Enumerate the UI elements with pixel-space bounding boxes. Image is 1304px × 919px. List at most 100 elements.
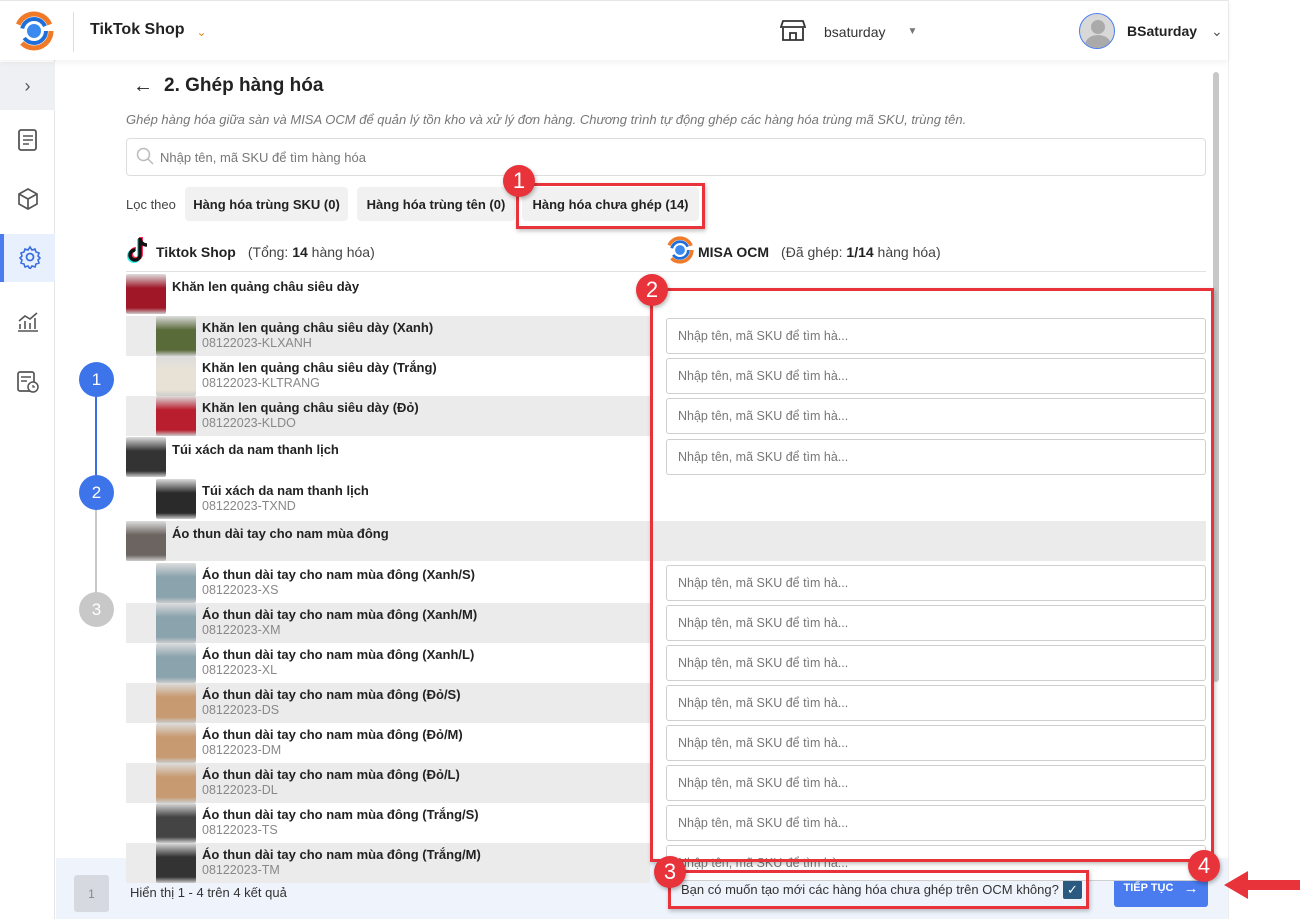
annotation-badge-1: 1 <box>503 165 535 197</box>
product-name: Áo thun dài tay cho nam mùa đông (Xanh/L… <box>202 647 475 662</box>
matched-prefix: (Đã ghép: <box>781 243 847 260</box>
search-placeholder: Nhập tên, mã SKU để tìm hàng hóa <box>160 149 366 165</box>
user-menu[interactable]: BSaturday ⌄ <box>1127 23 1223 40</box>
variant-row[interactable]: Túi xách da nam thanh lịch 08122023-TXND <box>126 479 650 519</box>
back-arrow-icon[interactable]: ← <box>133 75 153 98</box>
variant-row[interactable]: Áo thun dài tay cho nam mùa đông (Đỏ/M) 0… <box>126 723 650 763</box>
avatar[interactable] <box>1079 13 1115 49</box>
product-thumbnail <box>156 643 196 683</box>
variant-row[interactable]: Áo thun dài tay cho nam mùa đông (Xanh/S… <box>126 563 650 603</box>
annotation-arrow-icon <box>1222 868 1302 905</box>
app-logo-icon[interactable] <box>14 11 54 54</box>
report-clock-icon <box>16 370 40 397</box>
product-group-row[interactable]: Túi xách da nam thanh lịch <box>126 437 650 477</box>
step-connector <box>95 510 97 595</box>
filter-chip-sku-match[interactable]: Hàng hóa trùng SKU (0) <box>185 187 348 221</box>
store-icon <box>779 19 807 44</box>
tiktok-column-header: Tiktok Shop (Tổng: 14 hàng hóa) <box>126 236 375 267</box>
annotation-badge-4: 4 <box>1188 850 1220 882</box>
product-thumbnail <box>156 603 196 643</box>
annotation-box-2 <box>650 288 1214 862</box>
product-thumbnail <box>156 563 196 603</box>
store-selector[interactable]: bsaturday ▼ <box>779 19 918 44</box>
sidebar: › <box>0 60 55 919</box>
variant-row[interactable]: Áo thun dài tay cho nam mùa đông (Trắng/… <box>126 843 650 883</box>
total-count: 14 <box>292 243 308 260</box>
variant-row[interactable]: Áo thun dài tay cho nam mùa đông (Xanh/L… <box>126 643 650 683</box>
tiktok-title: Tiktok Shop <box>156 243 236 260</box>
product-sku: 08122023-XM <box>202 623 281 637</box>
product-thumbnail <box>156 723 196 763</box>
page-button[interactable]: 1 <box>74 875 109 912</box>
variant-row[interactable]: Áo thun dài tay cho nam mùa đông (Xanh/M… <box>126 603 650 643</box>
product-thumbnail <box>156 803 196 843</box>
ocm-matched: (Đã ghép: 1/14 hàng hóa) <box>781 244 941 260</box>
product-sku: 08122023-TXND <box>202 499 296 513</box>
product-thumbnail <box>156 479 196 519</box>
pagination-summary: Hiển thị 1 - 4 trên 4 kết quả <box>130 885 287 900</box>
product-name: Khăn len quảng châu siêu dày (Đỏ) <box>202 400 419 415</box>
gear-icon <box>18 245 42 272</box>
product-name: Túi xách da nam thanh lịch <box>172 442 339 457</box>
divider <box>126 271 1206 272</box>
annotation-badge-2: 2 <box>636 274 668 306</box>
variant-row[interactable]: Áo thun dài tay cho nam mùa đông (Đỏ/S) 0… <box>126 683 650 723</box>
sidebar-item-settings[interactable] <box>0 234 55 282</box>
annotation-badge-3: 3 <box>654 856 686 888</box>
continue-label: TIẾP TỤC <box>1123 882 1174 894</box>
product-group-row[interactable]: Khăn len quảng châu siêu dày <box>126 274 650 314</box>
matched-count: 1/14 <box>846 243 874 260</box>
product-name: Khăn len quảng châu siêu dày <box>172 279 360 294</box>
box-icon <box>16 187 40 214</box>
variant-row[interactable]: Áo thun dài tay cho nam mùa đông (Trắng/… <box>126 803 650 843</box>
annotation-box-3 <box>668 870 1089 909</box>
product-thumbnail <box>156 843 196 883</box>
misa-ocm-logo-icon <box>666 235 694 268</box>
total-suffix: hàng hóa) <box>307 243 375 260</box>
sidebar-item-reports[interactable] <box>0 299 55 347</box>
shop-switcher[interactable]: TikTok Shop ⌄ <box>90 21 207 39</box>
total-prefix: (Tổng: <box>247 243 293 260</box>
chevron-down-icon: ⌄ <box>1211 23 1223 39</box>
variant-row[interactable]: Áo thun dài tay cho nam mùa đông (Đỏ/L) 0… <box>126 763 650 803</box>
product-sku: 08122023-XS <box>202 583 279 597</box>
page-description: Ghép hàng hóa giữa sàn và MISA OCM để qu… <box>126 112 967 127</box>
filter-chip-name-match[interactable]: Hàng hóa trùng tên (0) <box>357 187 515 221</box>
product-thumbnail <box>156 396 196 436</box>
search-icon <box>136 147 154 168</box>
variant-row[interactable]: Khăn len quảng châu siêu dày (Xanh) 08122… <box>126 316 650 356</box>
matched-suffix: hàng hóa) <box>873 243 941 260</box>
step-1: 1 <box>79 362 114 397</box>
tiktok-total: (Tổng: 14 hàng hóa) <box>248 244 375 260</box>
top-header: TikTok Shop ⌄ bsaturday ▼ BSaturday ⌄ <box>0 0 1228 60</box>
step-2: 2 <box>79 475 114 510</box>
product-thumbnail <box>156 763 196 803</box>
sidebar-item-products[interactable] <box>0 176 55 224</box>
product-sku: 08122023-KLXANH <box>202 336 312 350</box>
ocm-title: MISA OCM <box>698 243 770 260</box>
filter-label: Lọc theo <box>126 197 176 212</box>
chevron-down-icon: ⌄ <box>196 25 207 39</box>
shop-title: TikTok Shop <box>90 21 185 38</box>
product-name: Áo thun dài tay cho nam mùa đông (Đỏ/S) <box>202 687 461 702</box>
sidebar-item-history[interactable] <box>0 359 55 407</box>
product-sku: 08122023-TM <box>202 863 280 877</box>
caret-down-icon: ▼ <box>907 26 918 37</box>
sidebar-item-orders[interactable] <box>0 117 55 165</box>
variant-row[interactable]: Khăn len quảng châu siêu dày (Đỏ) 0812202… <box>126 396 650 436</box>
product-thumbnail <box>156 356 196 396</box>
outer-margin <box>1228 0 1304 919</box>
product-name: Áo thun dài tay cho nam mùa đông (Xanh/M… <box>202 607 478 622</box>
divider <box>73 12 74 52</box>
product-search-input[interactable]: Nhập tên, mã SKU để tìm hàng hóa <box>126 138 1206 176</box>
product-name: Khăn len quảng châu siêu dày (Trắng) <box>202 360 437 375</box>
product-name: Áo thun dài tay cho nam mùa đông (Đỏ/L) <box>202 767 460 782</box>
tiktok-logo-icon <box>126 236 152 267</box>
product-sku: 08122023-KLTRANG <box>202 376 320 390</box>
product-name: Túi xách da nam thanh lịch <box>202 483 369 498</box>
product-thumbnail <box>156 683 196 723</box>
chevron-right-icon: › <box>24 75 31 96</box>
expand-sidebar-button[interactable]: › <box>0 62 55 110</box>
store-name: bsaturday <box>824 23 886 40</box>
variant-row[interactable]: Khăn len quảng châu siêu dày (Trắng) 0812… <box>126 356 650 396</box>
